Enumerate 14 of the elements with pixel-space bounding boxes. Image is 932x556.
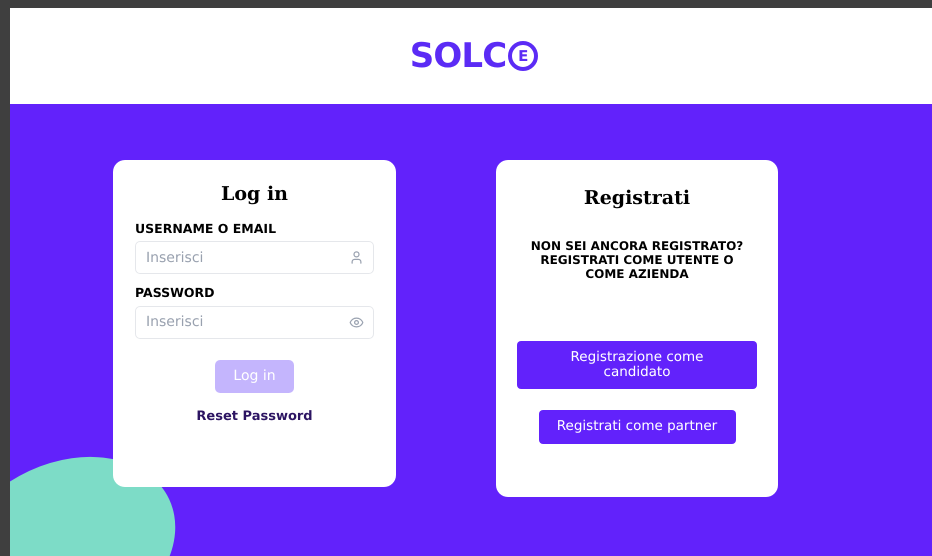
eye-icon[interactable] <box>349 314 364 330</box>
field-label: USERNAME O EMAIL <box>135 222 278 235</box>
register-button[interactable]: Registrati come partner <box>538 410 736 444</box>
user-icon <box>349 250 364 265</box>
field-label: PASSWORD <box>135 287 216 300</box>
register-message: NON SEI ANCORA REGISTRATO? REGISTRATI COME UTENTE O COME AZIENDA <box>530 238 744 280</box>
input-field[interactable]: Inserisci <box>135 241 374 274</box>
register-button[interactable]: Registrazione come candidato <box>517 340 757 388</box>
input-field[interactable]: Inserisci <box>135 306 374 338</box>
logo-text: SOLC <box>410 39 506 73</box>
login-title: Log in <box>220 182 289 207</box>
reset-password-link[interactable]: Reset Password <box>196 406 313 426</box>
register-title: Registrati <box>584 186 690 211</box>
logo-badge: E <box>508 41 538 71</box>
